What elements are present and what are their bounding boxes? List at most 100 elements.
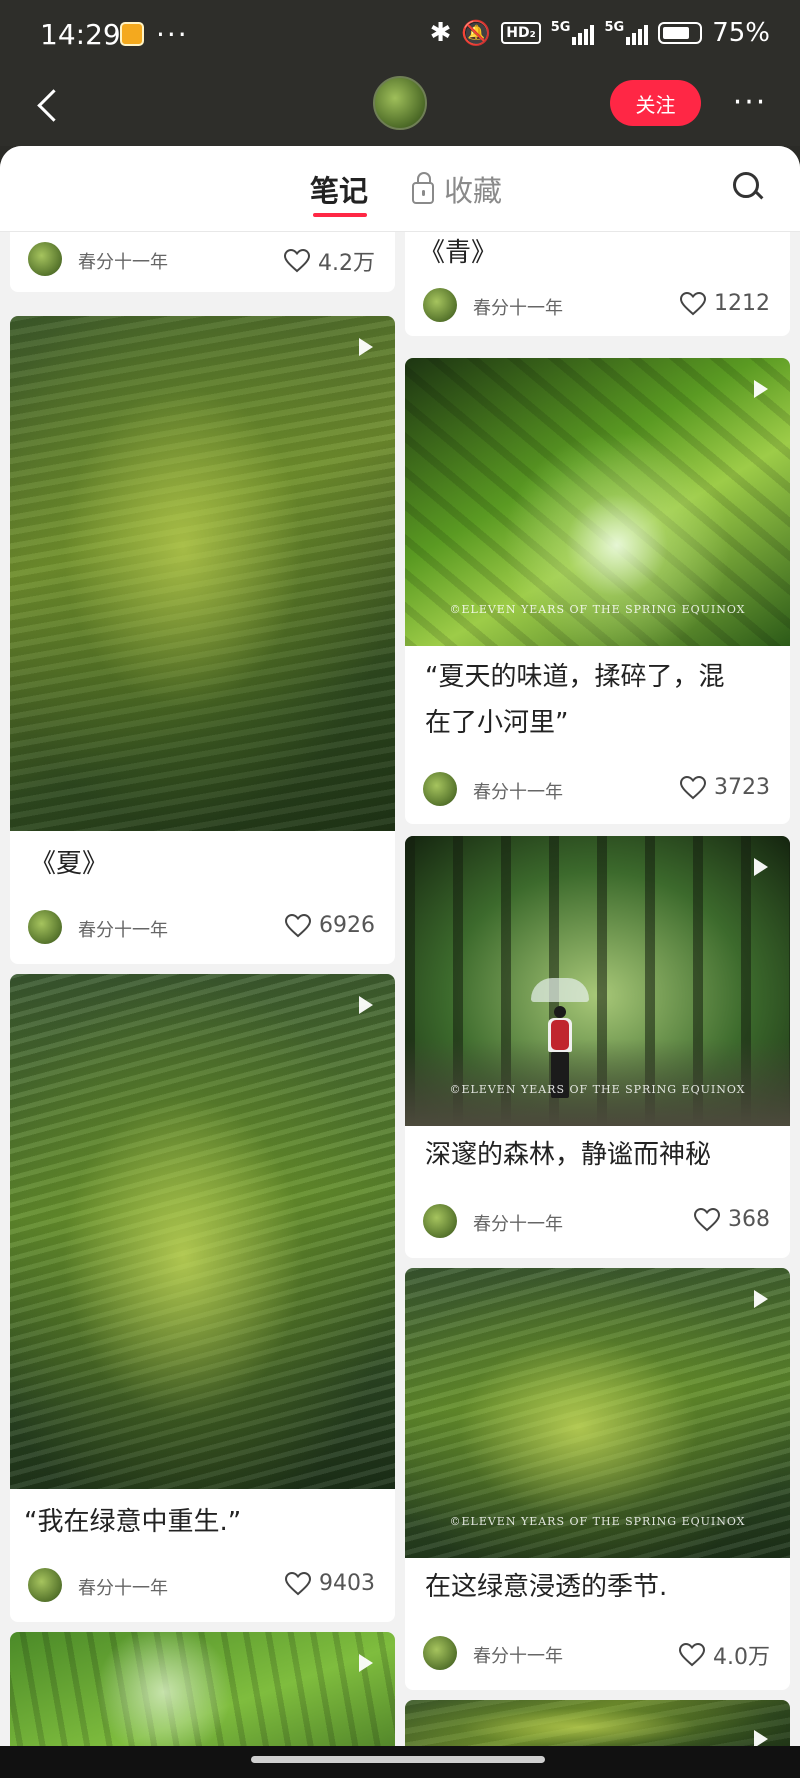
gesture-bar bbox=[0, 1746, 800, 1778]
note-image: ©ELEVEN YEARS OF THE SPRING EQUINOX bbox=[405, 358, 790, 646]
like-button[interactable]: 9403 bbox=[285, 1571, 375, 1596]
note-card[interactable]: “我在绿意中重生.” 春分十一年 9403 bbox=[10, 974, 395, 1622]
author-avatar[interactable] bbox=[28, 910, 62, 944]
heart-icon bbox=[284, 249, 310, 273]
status-more-icon: ··· bbox=[156, 18, 189, 51]
note-image bbox=[10, 1632, 395, 1746]
tab-notes[interactable]: 笔记 bbox=[310, 168, 368, 210]
notes-feed: 春分十一年 4.2万 《夏》 春分十一年 6926 “我在绿意中重生.” 春分十… bbox=[0, 232, 800, 1746]
note-title: 《夏》 bbox=[30, 849, 109, 879]
note-card[interactable]: 《夏》 春分十一年 6926 bbox=[10, 316, 395, 964]
like-count: 6926 bbox=[319, 913, 375, 938]
note-card[interactable]: 春分十一年 4.2万 bbox=[10, 232, 395, 292]
profile-header: 关注 ··· bbox=[0, 70, 800, 146]
author-name[interactable]: 春分十一年 bbox=[78, 1574, 168, 1600]
heart-icon bbox=[679, 1643, 705, 1667]
note-card[interactable] bbox=[10, 1632, 395, 1746]
like-button[interactable]: 1212 bbox=[680, 291, 770, 316]
note-image bbox=[405, 1700, 790, 1746]
image-watermark: ©ELEVEN YEARS OF THE SPRING EQUINOX bbox=[449, 1515, 746, 1528]
tab-favorites[interactable]: 收藏 bbox=[412, 168, 502, 210]
note-title: 在这绿意浸透的季节. bbox=[425, 1572, 668, 1602]
like-count: 368 bbox=[728, 1207, 770, 1232]
home-indicator[interactable] bbox=[251, 1756, 545, 1763]
note-title: 深邃的森林，静谧而神秘 bbox=[425, 1140, 712, 1170]
status-time: 14:29 bbox=[40, 18, 121, 51]
heart-icon bbox=[680, 291, 706, 315]
note-card[interactable]: ©ELEVEN YEARS OF THE SPRING EQUINOX “夏天的… bbox=[405, 358, 790, 824]
note-meta: 春分十一年 6926 bbox=[10, 908, 395, 948]
play-icon bbox=[359, 338, 373, 356]
note-image bbox=[10, 974, 395, 1489]
like-button[interactable]: 3723 bbox=[680, 775, 770, 800]
note-meta: 春分十一年 4.2万 bbox=[10, 240, 395, 280]
heart-icon bbox=[285, 913, 311, 937]
author-name[interactable]: 春分十一年 bbox=[473, 778, 563, 804]
play-icon bbox=[754, 858, 768, 876]
author-name[interactable]: 春分十一年 bbox=[473, 294, 563, 320]
note-title-line-1: “夏天的味道，揉碎了，混 bbox=[425, 662, 725, 692]
note-title-line-2: 在了小河里” bbox=[425, 708, 569, 738]
app-notification-icon bbox=[120, 22, 144, 46]
tab-favorites-label: 收藏 bbox=[444, 174, 503, 208]
image-watermark: ©ELEVEN YEARS OF THE SPRING EQUINOX bbox=[449, 1083, 746, 1096]
lock-icon bbox=[412, 172, 434, 204]
like-count: 4.0万 bbox=[713, 1645, 770, 1670]
author-avatar[interactable] bbox=[423, 1204, 457, 1238]
note-meta: 春分十一年 9403 bbox=[10, 1566, 395, 1606]
image-watermark: ©ELEVEN YEARS OF THE SPRING EQUINOX bbox=[449, 603, 746, 616]
like-count: 4.2万 bbox=[318, 251, 375, 276]
play-icon bbox=[754, 1290, 768, 1308]
battery-level bbox=[663, 27, 689, 39]
like-count: 9403 bbox=[319, 1571, 375, 1596]
play-icon bbox=[359, 1654, 373, 1672]
like-button[interactable]: 4.2万 bbox=[284, 245, 375, 277]
status-indicators: ✱ 🔕 HD₂ 5G 5G 75% bbox=[430, 18, 770, 48]
content-sheet: 笔记 收藏 春分十一年 4.2万 《夏》 春分十一年 6926 “我在绿意中重生… bbox=[0, 146, 800, 1746]
search-icon[interactable] bbox=[733, 172, 763, 202]
author-name[interactable]: 春分十一年 bbox=[78, 248, 168, 274]
author-name[interactable]: 春分十一年 bbox=[473, 1210, 563, 1236]
note-image bbox=[10, 316, 395, 831]
note-title: “我在绿意中重生.” bbox=[24, 1507, 242, 1537]
like-button[interactable]: 4.0万 bbox=[679, 1639, 770, 1671]
author-avatar[interactable] bbox=[423, 288, 457, 322]
like-count: 3723 bbox=[714, 775, 770, 800]
signal-icon-1: 5G bbox=[551, 20, 595, 45]
note-meta: 春分十一年 368 bbox=[405, 1202, 790, 1242]
follow-button[interactable]: 关注 bbox=[610, 80, 701, 126]
heart-icon bbox=[285, 1571, 311, 1595]
like-button[interactable]: 6926 bbox=[285, 913, 375, 938]
tab-active-indicator bbox=[313, 213, 367, 217]
note-image: ©ELEVEN YEARS OF THE SPRING EQUINOX bbox=[405, 836, 790, 1126]
author-name[interactable]: 春分十一年 bbox=[78, 916, 168, 942]
heart-icon bbox=[694, 1207, 720, 1231]
note-card[interactable]: ©ELEVEN YEARS OF THE SPRING EQUINOX 在这绿意… bbox=[405, 1268, 790, 1690]
hd-badge: HD₂ bbox=[501, 22, 541, 44]
battery-icon bbox=[658, 22, 703, 44]
note-card[interactable]: 《青》 春分十一年 1212 bbox=[405, 232, 790, 336]
play-icon bbox=[754, 1730, 768, 1746]
mute-icon: 🔕 bbox=[461, 19, 492, 47]
note-meta: 春分十一年 1212 bbox=[405, 286, 790, 326]
author-name[interactable]: 春分十一年 bbox=[473, 1642, 563, 1668]
bluetooth-icon: ✱ bbox=[429, 18, 452, 48]
more-icon[interactable]: ··· bbox=[728, 82, 772, 122]
author-avatar[interactable] bbox=[28, 1568, 62, 1602]
tab-bar: 笔记 收藏 bbox=[0, 146, 800, 232]
battery-percent: 75% bbox=[712, 18, 770, 48]
author-avatar[interactable] bbox=[423, 772, 457, 806]
note-meta: 春分十一年 3723 bbox=[405, 770, 790, 810]
status-bar: 14:29 ··· ✱ 🔕 HD₂ 5G 5G 75% bbox=[0, 0, 800, 70]
author-avatar[interactable] bbox=[28, 242, 62, 276]
note-card[interactable] bbox=[405, 1700, 790, 1746]
note-card[interactable]: ©ELEVEN YEARS OF THE SPRING EQUINOX 深邃的森… bbox=[405, 836, 790, 1258]
like-count: 1212 bbox=[714, 291, 770, 316]
like-button[interactable]: 368 bbox=[694, 1207, 770, 1232]
chevron-left-icon[interactable] bbox=[30, 84, 70, 128]
note-title: 《青》 bbox=[419, 238, 498, 268]
author-avatar[interactable] bbox=[423, 1636, 457, 1670]
play-icon bbox=[754, 380, 768, 398]
avatar[interactable] bbox=[373, 76, 427, 130]
note-meta: 春分十一年 4.0万 bbox=[405, 1634, 790, 1674]
